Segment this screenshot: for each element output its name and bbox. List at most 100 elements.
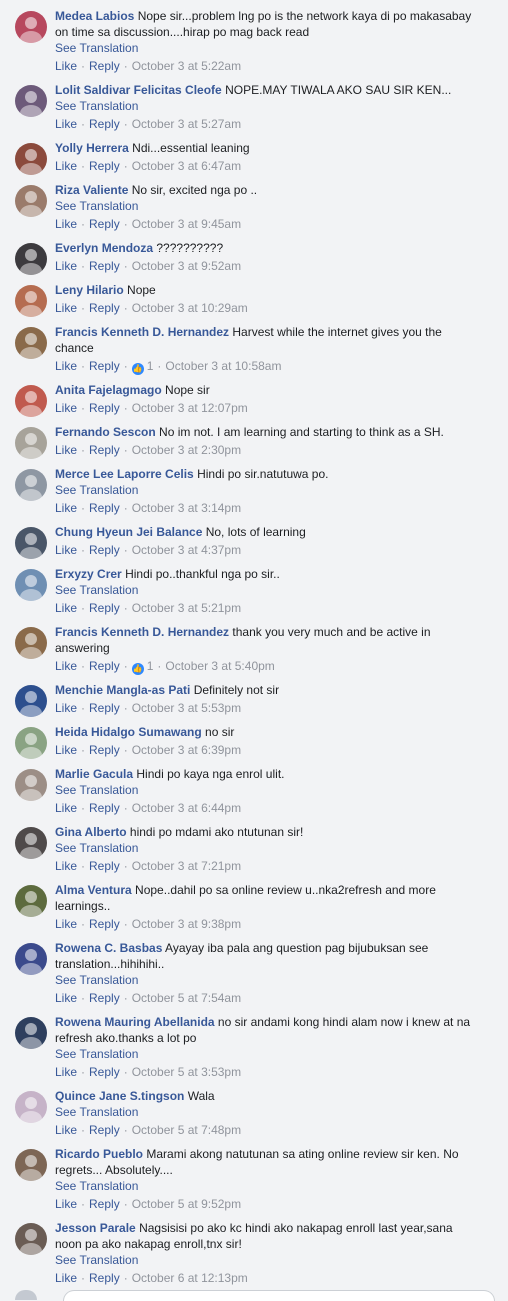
comment-timestamp[interactable]: October 3 at 6:47am xyxy=(132,159,241,173)
comment-timestamp[interactable]: October 3 at 5:27am xyxy=(132,117,241,131)
comment-author[interactable]: Quince Jane S.tingson xyxy=(55,1089,184,1103)
comment-timestamp[interactable]: October 3 at 4:37pm xyxy=(132,543,241,557)
avatar[interactable] xyxy=(15,469,47,501)
like-link[interactable]: Like xyxy=(55,801,77,815)
comment-author[interactable]: Francis Kenneth D. Hernandez xyxy=(55,325,229,339)
avatar[interactable] xyxy=(15,1017,47,1049)
reply-link[interactable]: Reply xyxy=(89,1065,120,1079)
comment-timestamp[interactable]: October 3 at 6:39pm xyxy=(132,743,241,757)
comment-timestamp[interactable]: October 3 at 10:29am xyxy=(132,301,248,315)
reply-link[interactable]: Reply xyxy=(89,59,120,73)
see-translation-link[interactable]: See Translation xyxy=(55,1178,475,1194)
reply-link[interactable]: Reply xyxy=(89,917,120,931)
reply-link[interactable]: Reply xyxy=(89,1123,120,1137)
reply-link[interactable]: Reply xyxy=(89,543,120,557)
avatar[interactable] xyxy=(15,427,47,459)
see-translation-link[interactable]: See Translation xyxy=(55,582,475,598)
avatar[interactable] xyxy=(15,327,47,359)
avatar[interactable] xyxy=(15,1223,47,1255)
like-link[interactable]: Like xyxy=(55,1123,77,1137)
avatar[interactable] xyxy=(15,569,47,601)
comment-timestamp[interactable]: October 3 at 9:45am xyxy=(132,217,241,231)
comment-timestamp[interactable]: October 3 at 5:22am xyxy=(132,59,241,73)
see-translation-link[interactable]: See Translation xyxy=(55,1252,475,1268)
comment-author[interactable]: Jesson Parale xyxy=(55,1221,136,1235)
reply-link[interactable]: Reply xyxy=(89,1197,120,1211)
reply-link[interactable]: Reply xyxy=(89,991,120,1005)
see-translation-link[interactable]: See Translation xyxy=(55,1046,475,1062)
reply-link[interactable]: Reply xyxy=(89,659,120,673)
comment-author[interactable]: Lolit Saldivar Felicitas Cleofe xyxy=(55,83,222,97)
reaction-summary[interactable]: · 👍 1 xyxy=(120,659,153,675)
avatar[interactable] xyxy=(15,285,47,317)
comment-author[interactable]: Erxyzy Crer xyxy=(55,567,122,581)
like-link[interactable]: Like xyxy=(55,217,77,231)
like-link[interactable]: Like xyxy=(55,743,77,757)
see-translation-link[interactable]: See Translation xyxy=(55,482,475,498)
avatar[interactable] xyxy=(15,1091,47,1123)
comment-author[interactable]: Leny Hilario xyxy=(55,283,124,297)
comment-author[interactable]: Francis Kenneth D. Hernandez xyxy=(55,625,229,639)
like-link[interactable]: Like xyxy=(55,117,77,131)
like-link[interactable]: Like xyxy=(55,601,77,615)
reaction-summary[interactable]: · 👍 1 xyxy=(120,359,153,375)
avatar[interactable] xyxy=(15,769,47,801)
comment-author[interactable]: Chung Hyeun Jei Balance xyxy=(55,525,202,539)
like-link[interactable]: Like xyxy=(55,543,77,557)
avatar[interactable] xyxy=(15,143,47,175)
comment-author[interactable]: Anita Fajelagmago xyxy=(55,383,162,397)
comment-timestamp[interactable]: October 3 at 9:52am xyxy=(132,259,241,273)
like-link[interactable]: Like xyxy=(55,159,77,173)
like-link[interactable]: Like xyxy=(55,443,77,457)
comment-timestamp[interactable]: October 3 at 10:58am xyxy=(165,359,281,373)
reply-link[interactable]: Reply xyxy=(89,443,120,457)
comment-timestamp[interactable]: October 3 at 9:38pm xyxy=(132,917,241,931)
comment-author[interactable]: Fernando Sescon xyxy=(55,425,156,439)
comment-author[interactable]: Merce Lee Laporre Celis xyxy=(55,467,194,481)
comment-author[interactable]: Menchie Mangla-as Pati xyxy=(55,683,190,697)
reply-link[interactable]: Reply xyxy=(89,701,120,715)
comment-timestamp[interactable]: October 3 at 5:21pm xyxy=(132,601,241,615)
see-translation-link[interactable]: See Translation xyxy=(55,972,475,988)
comment-timestamp[interactable]: October 3 at 12:07pm xyxy=(132,401,248,415)
avatar[interactable] xyxy=(15,85,47,117)
like-link[interactable]: Like xyxy=(55,991,77,1005)
see-translation-link[interactable]: See Translation xyxy=(55,782,475,798)
avatar[interactable] xyxy=(15,527,47,559)
reply-link[interactable]: Reply xyxy=(89,259,120,273)
comment-timestamp[interactable]: October 5 at 7:48pm xyxy=(132,1123,241,1137)
comment-author[interactable]: Ricardo Pueblo xyxy=(55,1147,143,1161)
avatar[interactable] xyxy=(15,943,47,975)
comment-author[interactable]: Gina Alberto xyxy=(55,825,127,839)
like-link[interactable]: Like xyxy=(55,359,77,373)
reply-link[interactable]: Reply xyxy=(89,301,120,315)
see-translation-link[interactable]: See Translation xyxy=(55,98,475,114)
comment-author[interactable]: Yolly Herrera xyxy=(55,141,129,155)
like-link[interactable]: Like xyxy=(55,1065,77,1079)
avatar[interactable] xyxy=(15,243,47,275)
reply-link[interactable]: Reply xyxy=(89,801,120,815)
comment-author[interactable]: Riza Valiente xyxy=(55,183,128,197)
reply-link[interactable]: Reply xyxy=(89,601,120,615)
see-translation-link[interactable]: See Translation xyxy=(55,840,475,856)
reply-link[interactable]: Reply xyxy=(89,359,120,373)
see-translation-link[interactable]: See Translation xyxy=(55,40,475,56)
comment-author[interactable]: Rowena Mauring Abellanida xyxy=(55,1015,215,1029)
comment-timestamp[interactable]: October 6 at 12:13pm xyxy=(132,1271,248,1285)
avatar[interactable] xyxy=(15,727,47,759)
comment-timestamp[interactable]: October 5 at 7:54am xyxy=(132,991,241,1005)
comment-author[interactable]: Medea Labios xyxy=(55,9,134,23)
like-link[interactable]: Like xyxy=(55,859,77,873)
avatar[interactable] xyxy=(15,185,47,217)
comment-timestamp[interactable]: October 3 at 7:21pm xyxy=(132,859,241,873)
like-link[interactable]: Like xyxy=(55,59,77,73)
avatar[interactable] xyxy=(15,1149,47,1181)
like-link[interactable]: Like xyxy=(55,701,77,715)
like-link[interactable]: Like xyxy=(55,301,77,315)
like-link[interactable]: Like xyxy=(55,401,77,415)
comment-timestamp[interactable]: October 5 at 9:52pm xyxy=(132,1197,241,1211)
comment-timestamp[interactable]: October 3 at 5:53pm xyxy=(132,701,241,715)
like-link[interactable]: Like xyxy=(55,259,77,273)
like-link[interactable]: Like xyxy=(55,1271,77,1285)
comment-author[interactable]: Rowena C. Basbas xyxy=(55,941,162,955)
